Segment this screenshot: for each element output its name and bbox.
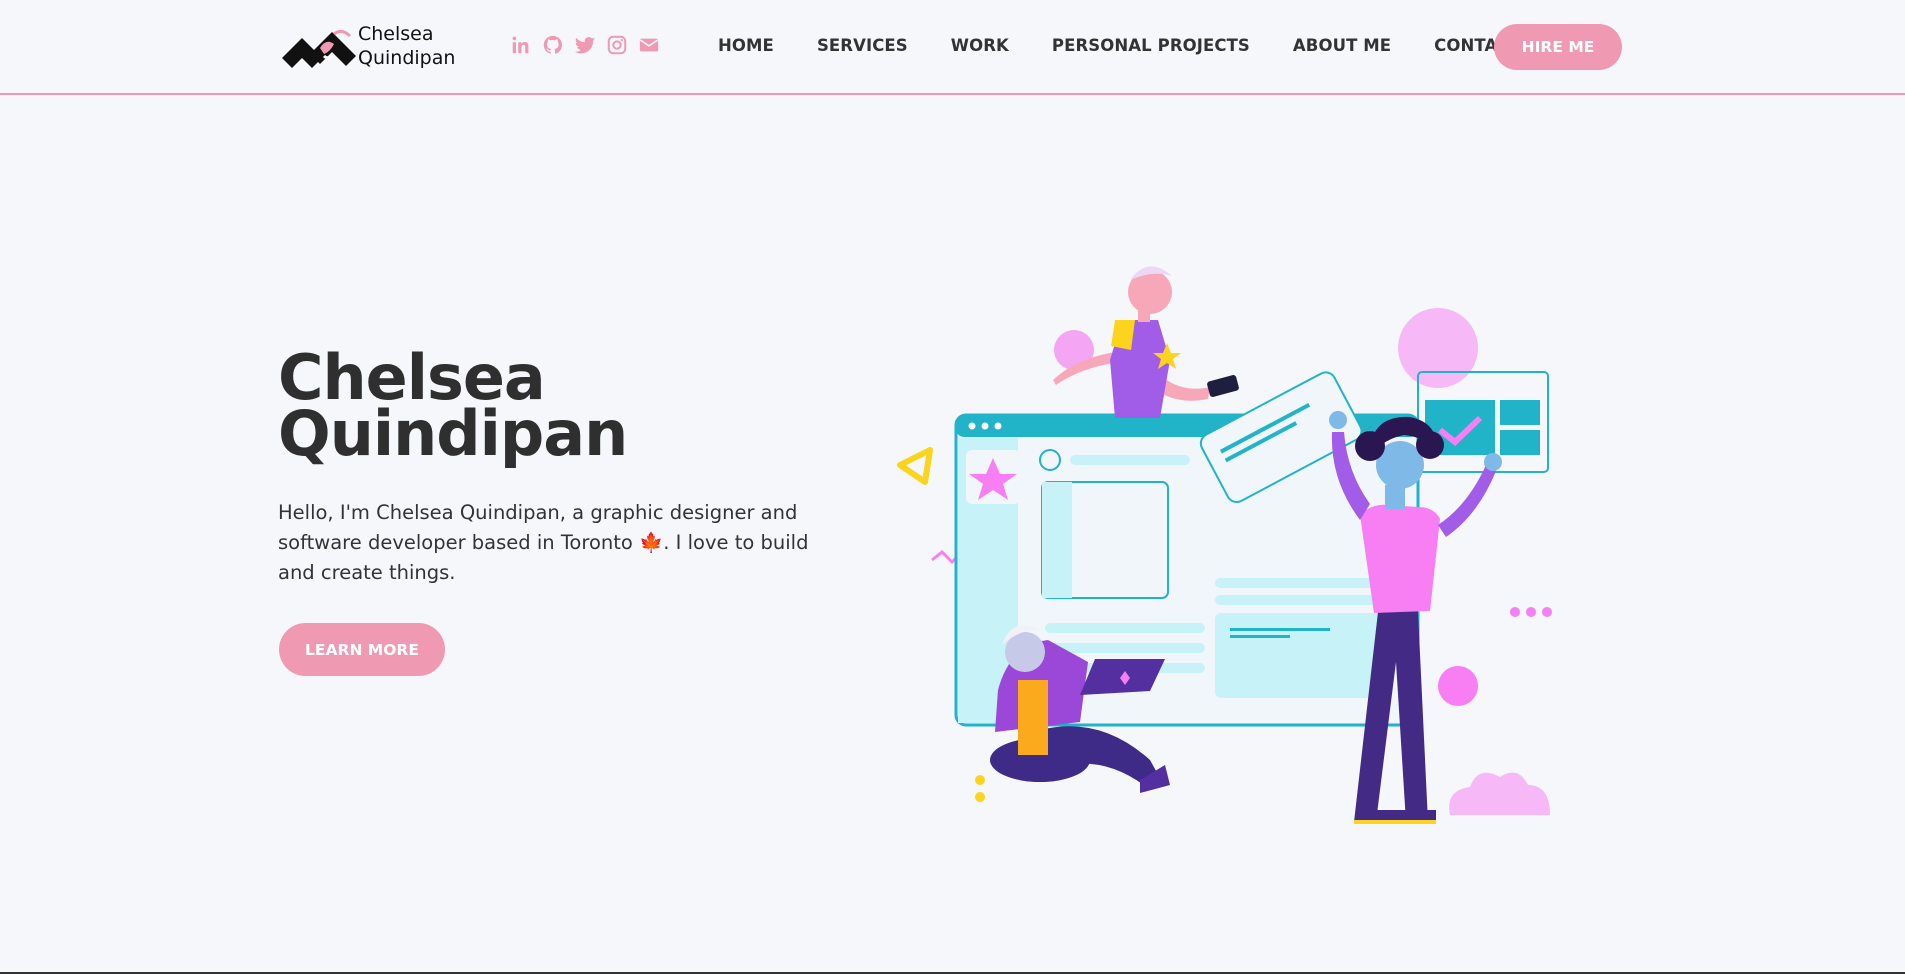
triangle-icon	[897, 447, 933, 485]
nav-services[interactable]: SERVICES	[817, 36, 908, 55]
hero-illustration	[897, 266, 1552, 824]
instagram-icon[interactable]	[606, 34, 628, 56]
hero-title: Chelsea Quindipan	[278, 347, 628, 470]
learn-more-button[interactable]: LEARN MORE	[279, 623, 445, 676]
nav-about-me[interactable]: ABOUT ME	[1293, 36, 1391, 55]
deco-circle	[1438, 666, 1478, 706]
hero-title-line-2: Quindipan	[278, 397, 628, 470]
hire-me-button[interactable]: HIRE ME	[1494, 24, 1622, 70]
logo-text: Chelsea Quindipan	[358, 22, 455, 70]
nav-personal-projects[interactable]: PERSONAL PROJECTS	[1052, 36, 1250, 55]
twitter-icon[interactable]	[574, 34, 596, 56]
nav-work[interactable]: WORK	[951, 36, 1009, 55]
linkedin-icon[interactable]	[510, 34, 532, 56]
github-icon[interactable]	[542, 34, 564, 56]
nav-home[interactable]: HOME	[718, 36, 774, 55]
logo-line-2: Quindipan	[358, 47, 456, 69]
main-nav: HOME SERVICES WORK PERSONAL PROJECTS ABO…	[718, 36, 1521, 55]
cloud-shape	[1449, 772, 1550, 815]
social-links	[510, 34, 660, 60]
site-header: Chelsea Quindipan HOME SERVICES WORK PER…	[0, 0, 1905, 95]
site-logo[interactable]: Chelsea Quindipan	[280, 16, 480, 76]
hero-intro: Hello, I'm Chelsea Quindipan, a graphic …	[278, 501, 809, 584]
logo-line-1: Chelsea	[358, 23, 434, 45]
deco-circle	[1398, 308, 1478, 388]
envelope-icon[interactable]	[638, 34, 660, 56]
